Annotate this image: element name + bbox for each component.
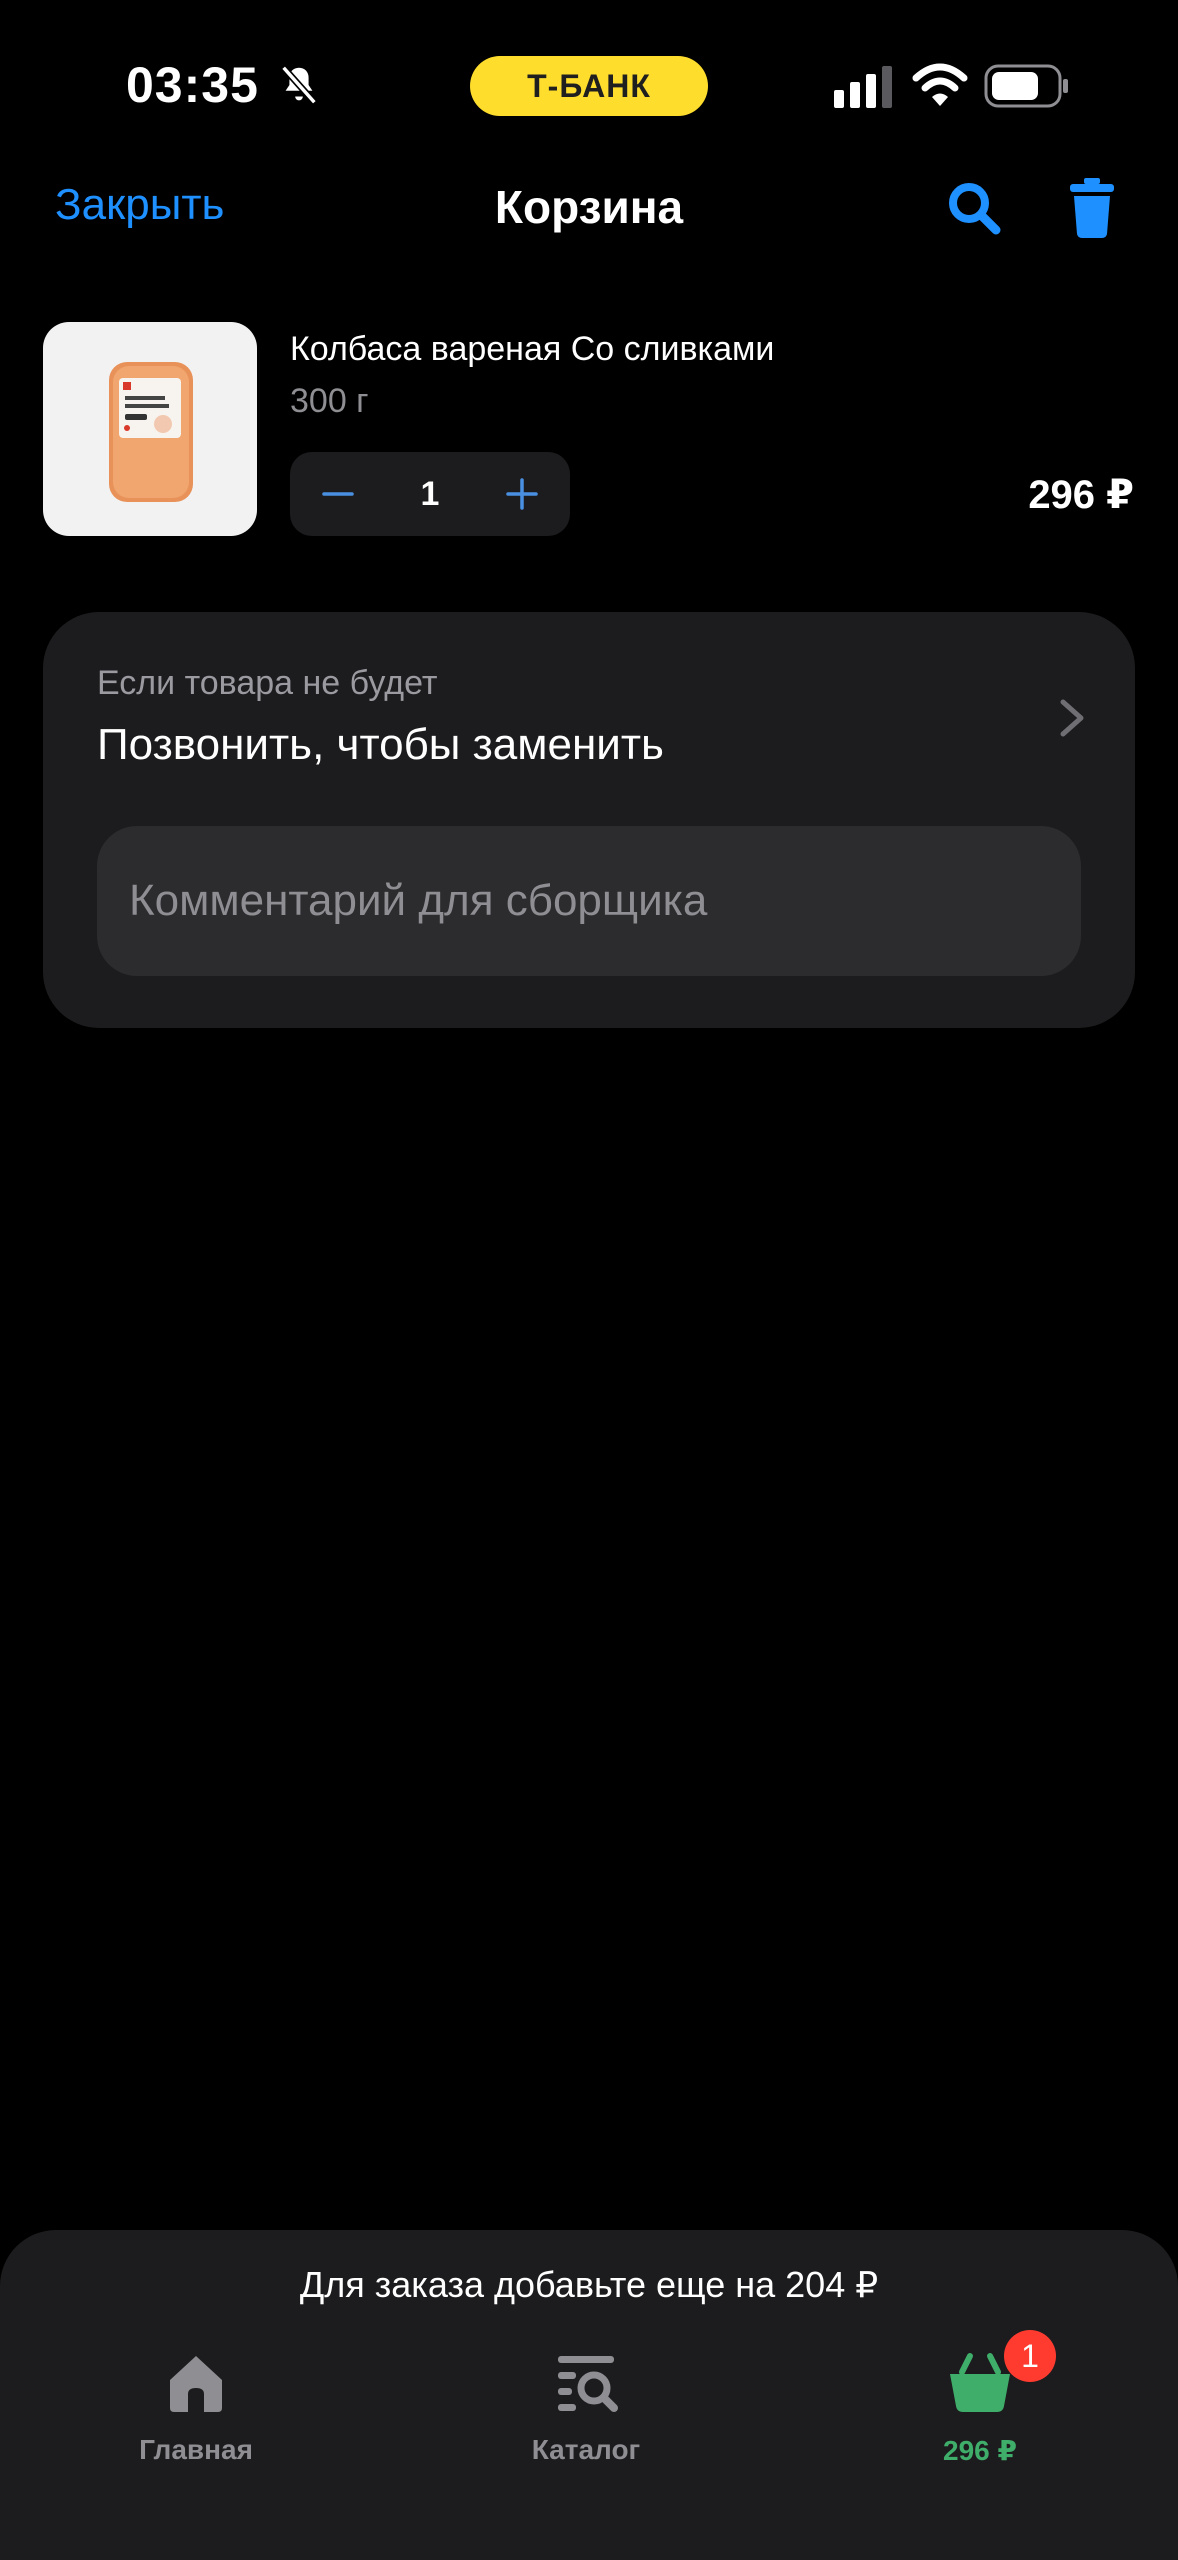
product-name: Колбаса вареная Со сливками [290, 330, 775, 368]
catalog-search-icon [558, 2356, 618, 2412]
tab-cart[interactable]: 1 296 ₽ [860, 2330, 1100, 2490]
search-icon[interactable] [946, 180, 1002, 236]
basket-icon [950, 2353, 1010, 2412]
wifi-icon [912, 63, 968, 106]
tab-catalog-label: Каталог [531, 2434, 641, 2465]
quantity-stepper: 1 [290, 452, 570, 536]
product-weight: 300 г [290, 382, 369, 420]
bell-slash-icon [281, 65, 317, 105]
plus-icon[interactable] [500, 472, 544, 516]
tab-home-label: Главная [139, 2434, 253, 2465]
min-order-note: Для заказа добавьте еще на 204 ₽ [299, 2264, 879, 2305]
order-options-card: Если товара не будет Позвонить, чтобы за… [43, 612, 1135, 1028]
replacement-option-row[interactable]: Если товара не будет Позвонить, чтобы за… [43, 612, 1135, 812]
trash-icon[interactable] [1068, 178, 1116, 238]
tab-cart-total: 296 ₽ [943, 2435, 1017, 2466]
status-time: 03:35 [126, 57, 259, 113]
cart-count-badge: 1 [1004, 2330, 1056, 2382]
home-icon [170, 2356, 222, 2412]
picker-comment-input[interactable] [97, 826, 1081, 976]
minus-icon[interactable] [316, 472, 360, 516]
product-image[interactable] [43, 322, 257, 536]
tab-catalog[interactable]: Каталог [466, 2350, 706, 2490]
bank-pill[interactable]: Т-БАНК [470, 56, 708, 116]
product-price: 296 ₽ [1028, 473, 1134, 517]
chevron-right-icon [1060, 699, 1084, 737]
bottom-panel: Для заказа добавьте еще на 204 ₽ Главная… [0, 2230, 1178, 2560]
tab-home[interactable]: Главная [76, 2350, 316, 2490]
battery-icon [984, 64, 1068, 108]
signal-icon [834, 66, 892, 108]
replacement-caption: Если товара не будет [97, 664, 438, 702]
replacement-value: Позвонить, чтобы заменить [97, 720, 664, 769]
